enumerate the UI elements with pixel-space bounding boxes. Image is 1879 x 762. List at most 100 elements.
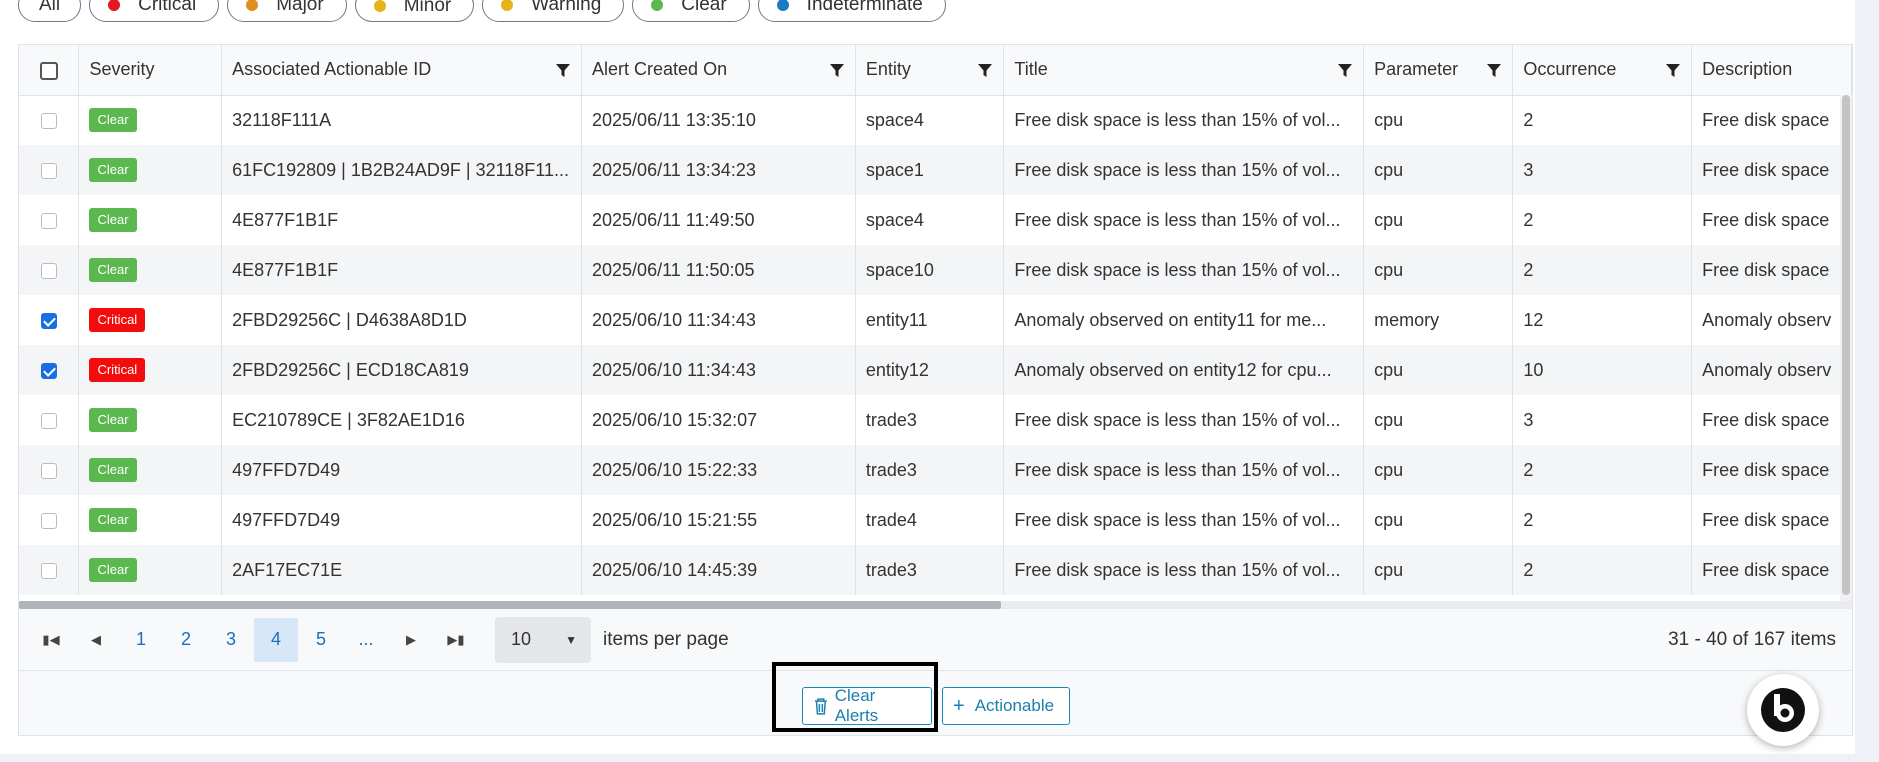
select-all-checkbox[interactable] xyxy=(39,61,58,80)
description-cell: Free disk space xyxy=(1691,95,1852,145)
column-header-occurrence[interactable]: Occurrence xyxy=(1512,45,1693,96)
created-on-cell: 2025/06/11 13:35:10 xyxy=(581,95,856,145)
actionable-id-cell: 497FFD7D49 xyxy=(221,445,583,495)
row-checkbox[interactable] xyxy=(40,462,57,479)
column-header-created-on[interactable]: Alert Created On xyxy=(581,45,856,96)
filter-pill-critical[interactable]: Critical xyxy=(89,0,220,22)
filter-pill-label: Indeterminate xyxy=(806,0,923,15)
filter-icon[interactable] xyxy=(829,62,845,78)
table-row[interactable]: Clear 497FFD7D49 2025/06/10 15:21:55 trade4… xyxy=(19,495,1852,545)
parameter-cell: cpu xyxy=(1363,345,1514,395)
row-checkbox[interactable] xyxy=(40,262,57,279)
last-page-button[interactable]: ▶▮ xyxy=(434,618,478,662)
row-checkbox[interactable] xyxy=(40,562,57,579)
scrollbar-thumb[interactable] xyxy=(1842,95,1850,595)
title-cell: Free disk space is less than 15% of vol.… xyxy=(1003,545,1365,595)
row-checkbox[interactable] xyxy=(40,412,57,429)
page-button[interactable]: 1 xyxy=(119,618,163,662)
filter-icon[interactable] xyxy=(1665,62,1681,78)
filter-icon[interactable] xyxy=(977,62,993,78)
vertical-scrollbar[interactable] xyxy=(1840,95,1852,601)
row-checkbox[interactable] xyxy=(40,212,57,229)
table-row[interactable]: Clear 32118F111A 2025/06/11 13:35:10 space4… xyxy=(19,95,1852,145)
scrollbar-thumb[interactable] xyxy=(19,601,1001,609)
filter-pill-major[interactable]: Major xyxy=(227,0,347,22)
actionable-id-cell: 2FBD29256C | D4638A8D1D xyxy=(221,295,583,345)
page-button[interactable]: 4 xyxy=(254,617,298,662)
created-on-cell: 2025/06/10 14:45:39 xyxy=(581,545,856,595)
page-size-select[interactable]: 10 ▼ xyxy=(495,616,591,663)
occurrence-cell: 2 xyxy=(1512,245,1693,295)
filter-icon[interactable] xyxy=(1337,62,1353,78)
filter-pill-clear[interactable]: Clear xyxy=(632,0,750,22)
row-checkbox[interactable] xyxy=(40,113,57,129)
items-per-page-label: items per page xyxy=(603,628,729,650)
status-dot-icon xyxy=(108,0,121,11)
table-row[interactable]: Critical 2FBD29256C | ECD18CA819 2025/06/1… xyxy=(19,345,1852,395)
row-checkbox[interactable] xyxy=(40,162,57,179)
created-on-cell: 2025/06/11 11:50:05 xyxy=(581,245,856,295)
horizontal-scrollbar[interactable] xyxy=(19,601,1852,609)
table-row[interactable]: Clear EC210789CE | 3F82AE1D16 2025/06/10 1… xyxy=(19,395,1852,445)
column-header-severity[interactable]: Severity xyxy=(78,45,223,96)
table-row[interactable]: Clear 61FC192809 | 1B2B24AD9F | 32118F11.… xyxy=(19,145,1852,195)
filter-pill-minor[interactable]: Minor xyxy=(354,0,475,22)
page-button[interactable]: 2 xyxy=(164,618,208,662)
column-header-actionable-id[interactable]: Associated Actionable ID xyxy=(221,45,583,96)
select-all-header xyxy=(19,45,80,96)
column-header-entity[interactable]: Entity xyxy=(855,45,1005,96)
filter-pill-all[interactable]: All xyxy=(18,0,82,22)
entity-cell: trade4 xyxy=(855,495,1005,545)
assistant-fab[interactable] xyxy=(1747,674,1819,746)
entity-cell: space1 xyxy=(855,145,1005,195)
page-button[interactable]: 5 xyxy=(299,618,343,662)
page-size-value: 10 xyxy=(511,629,532,649)
table-row[interactable]: Critical 2FBD29256C | D4638A8D1D 2025/06/1… xyxy=(19,295,1852,345)
severity-cell: Clear xyxy=(78,95,223,145)
severity-badge: Clear xyxy=(89,458,137,482)
row-checkbox[interactable] xyxy=(40,512,57,529)
row-checkbox[interactable] xyxy=(40,362,57,379)
entity-cell: space4 xyxy=(855,195,1005,245)
description-cell: Free disk space xyxy=(1691,545,1852,595)
column-header-description[interactable]: Description xyxy=(1691,45,1852,96)
pager-info: 31 - 40 of 167 items xyxy=(1668,628,1836,650)
parameter-cell: cpu xyxy=(1363,545,1514,595)
filter-icon[interactable] xyxy=(555,62,571,78)
occurrence-cell: 2 xyxy=(1512,445,1693,495)
row-checkbox[interactable] xyxy=(40,312,57,329)
entity-cell: trade3 xyxy=(855,395,1005,445)
row-select-cell xyxy=(19,95,80,145)
parameter-cell: cpu xyxy=(1363,195,1514,245)
created-on-cell: 2025/06/11 13:34:23 xyxy=(581,145,856,195)
filter-pill-indeterminate[interactable]: Indeterminate xyxy=(757,0,946,22)
prev-page-button[interactable]: ◀ xyxy=(74,618,118,662)
table-row[interactable]: Clear 497FFD7D49 2025/06/10 15:22:33 trade3… xyxy=(19,445,1852,495)
severity-cell: Clear xyxy=(78,395,223,445)
table-row[interactable]: Clear 4E877F1B1F 2025/06/11 11:50:05 space1… xyxy=(19,245,1852,295)
next-page-button[interactable]: ▶ xyxy=(389,618,433,662)
header-row: Severity Associated Actionable ID Alert … xyxy=(19,45,1852,96)
row-select-cell xyxy=(19,195,80,245)
chevron-down-icon: ▼ xyxy=(565,632,577,647)
status-dot-icon xyxy=(501,0,514,11)
column-label: Severity xyxy=(89,59,155,80)
table-row[interactable]: Clear 2AF17EC71E 2025/06/10 14:45:39 trade3… xyxy=(19,545,1852,595)
table-row[interactable]: Clear 4E877F1B1F 2025/06/11 11:49:50 space4… xyxy=(19,195,1852,245)
column-header-parameter[interactable]: Parameter xyxy=(1363,45,1514,96)
filter-pill-warning[interactable]: Warning xyxy=(482,0,625,22)
actionable-button[interactable]: + Actionable xyxy=(942,687,1070,725)
page-button[interactable]: 3 xyxy=(209,618,253,662)
created-on-cell: 2025/06/10 11:34:43 xyxy=(581,345,856,395)
column-header-title[interactable]: Title xyxy=(1003,45,1365,96)
severity-badge: Critical xyxy=(89,358,146,382)
title-cell: Free disk space is less than 15% of vol.… xyxy=(1003,495,1365,545)
actionable-id-cell: EC210789CE | 3F82AE1D16 xyxy=(221,395,583,445)
status-dot-icon xyxy=(651,0,664,11)
filter-pill-label: All xyxy=(39,0,61,15)
row-select-cell xyxy=(19,445,80,495)
first-page-button[interactable]: ▮◀ xyxy=(29,618,73,662)
occurrence-cell: 3 xyxy=(1512,395,1693,445)
filter-icon[interactable] xyxy=(1486,62,1502,78)
page-button[interactable]: ... xyxy=(344,618,388,662)
